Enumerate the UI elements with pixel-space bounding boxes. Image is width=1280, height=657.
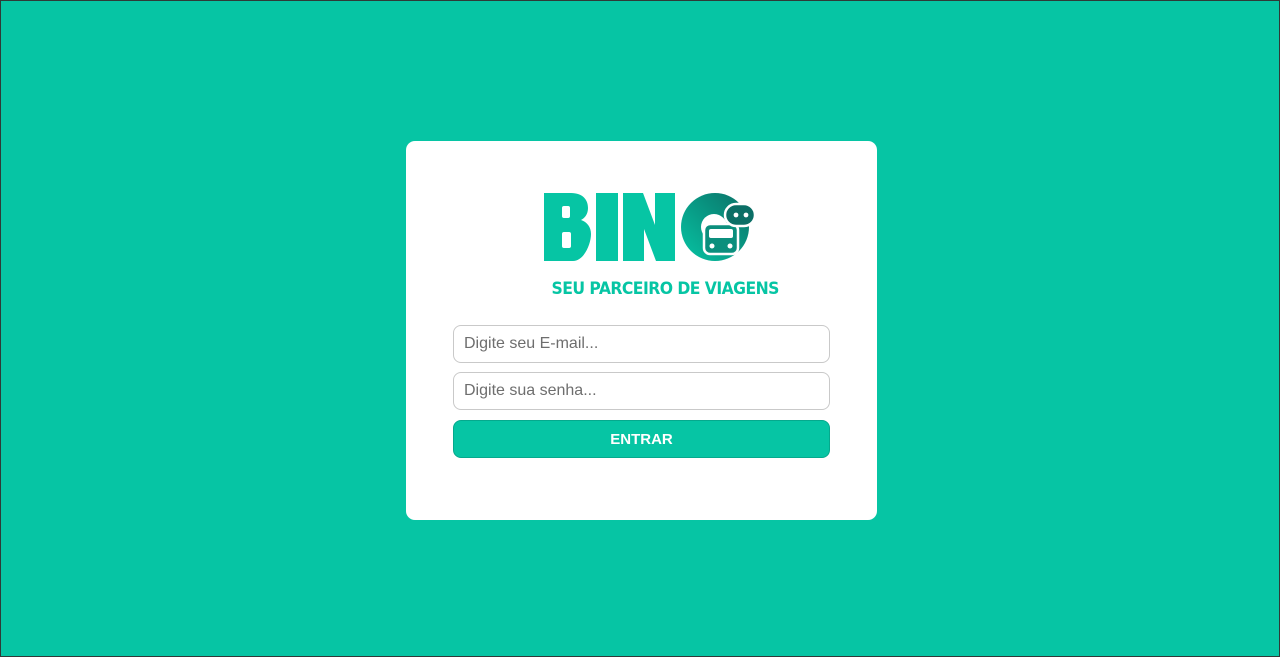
login-card: SEU PARCEIRO DE VIAGENS ENTRAR <box>406 141 877 520</box>
email-field[interactable] <box>453 325 830 363</box>
login-submit-button[interactable]: ENTRAR <box>453 420 830 458</box>
brand-tagline: SEU PARCEIRO DE VIAGENS <box>551 279 779 299</box>
brand-logo: SEU PARCEIRO DE VIAGENS <box>543 191 779 301</box>
bino-logo-icon <box>544 193 755 261</box>
password-field[interactable] <box>453 372 830 410</box>
